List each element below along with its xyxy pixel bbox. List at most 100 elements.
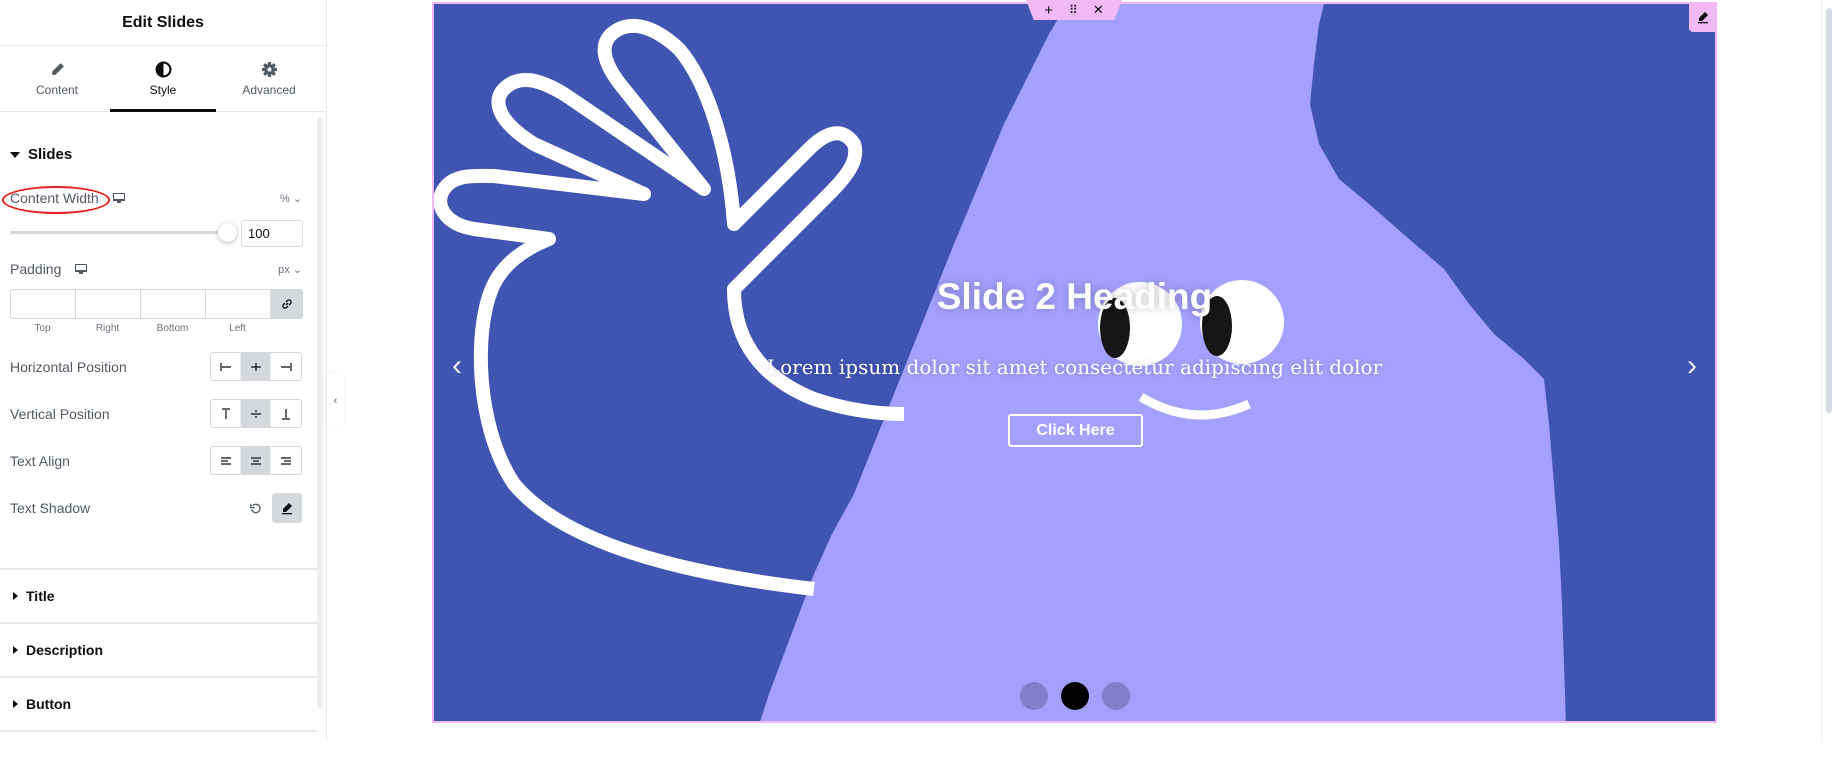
unit-select[interactable]: px ⌄ [278, 263, 302, 276]
editor-panel: Edit Slides Content Style Advanced Slide… [0, 0, 327, 741]
content-width-slider[interactable] [10, 231, 228, 234]
vertical-position-choices [210, 399, 302, 428]
align-middle-icon [250, 409, 261, 418]
valign-bottom-button[interactable] [271, 400, 301, 427]
tab-label: Style [149, 82, 177, 97]
content-width-label: Content Width [10, 190, 99, 206]
section-handle: + ⠿ ✕ [1026, 0, 1122, 20]
label-top: Top [34, 323, 51, 334]
pagination-dot-2[interactable] [1060, 682, 1089, 710]
collapse-panel-button[interactable]: ‹ [327, 373, 344, 429]
slider-handle[interactable] [218, 223, 237, 242]
edit-text-shadow-button[interactable] [272, 493, 302, 523]
label-right: Right [95, 323, 120, 334]
vertical-position-label: Vertical Position [10, 405, 110, 422]
padding-inputs [10, 289, 303, 319]
pagination-dots [434, 682, 1715, 710]
align-start-icon [219, 362, 231, 371]
horizontal-position-row: Horizontal Position [10, 352, 302, 381]
text-right-icon [281, 456, 291, 465]
slides-widget[interactable]: Slide 2 Heading Lorem ipsum dolor sit am… [432, 2, 1717, 723]
text-left-icon [220, 456, 231, 465]
chevron-left-icon: ‹ [333, 395, 338, 407]
label-bottom: Bottom [156, 323, 189, 334]
text-shadow-label: Text Shadow [10, 500, 91, 516]
caret-right-icon [13, 700, 18, 708]
close-icon[interactable]: ✕ [1093, 2, 1104, 18]
section-title-toggle[interactable]: Title [0, 568, 318, 622]
tab-style[interactable]: Style [110, 46, 216, 112]
text-align-row: Text Align [10, 446, 302, 475]
pagination-dot-1[interactable] [1019, 682, 1048, 710]
tab-advanced[interactable]: Advanced [216, 46, 322, 111]
edit-widget-button[interactable] [1689, 2, 1717, 32]
text-align-center-button[interactable] [241, 447, 271, 474]
horizontal-position-label: Horizontal Position [10, 358, 127, 375]
align-top-icon [221, 407, 230, 419]
text-align-label: Text Align [10, 452, 70, 469]
reset-icon[interactable] [249, 502, 262, 515]
gear-icon [261, 61, 277, 77]
link-values-button[interactable] [271, 290, 302, 318]
valign-top-button[interactable] [211, 400, 241, 427]
pencil-icon [51, 62, 64, 75]
caret-right-icon [13, 646, 18, 654]
panel-header: Edit Slides [0, 0, 326, 46]
content-width-row: Content Width % ⌄ [10, 190, 302, 206]
tab-label: Content [35, 82, 79, 97]
padding-label: Padding [10, 261, 62, 277]
padding-top-input[interactable] [11, 290, 76, 318]
content-width-input[interactable] [241, 220, 303, 247]
unit-select[interactable]: % ⌄ [280, 192, 302, 205]
tab-content[interactable]: Content [4, 46, 110, 111]
pagination-dot-3[interactable] [1101, 682, 1130, 710]
vertical-position-row: Vertical Position [10, 399, 302, 428]
horizontal-position-choices [210, 352, 302, 381]
section-slides-toggle[interactable]: Slides [0, 146, 82, 163]
slide-heading: Slide 2 Heading [936, 276, 1213, 317]
section-button-toggle[interactable]: Button [0, 676, 318, 730]
align-end-icon [281, 362, 292, 371]
valign-middle-button[interactable] [241, 400, 271, 427]
section-title: Button [26, 696, 72, 712]
page-scroll-track [1821, 0, 1822, 741]
padding-labels: Top Right Bottom Left [10, 323, 270, 334]
slide-cta-button[interactable]: Click Here [1008, 414, 1143, 447]
section-title: Description [26, 642, 104, 658]
pencil-icon [1698, 12, 1708, 24]
padding-bottom-input[interactable] [141, 290, 206, 318]
text-align-left-button[interactable] [211, 447, 241, 474]
section-title: Slides [28, 146, 73, 163]
text-center-icon [250, 456, 261, 465]
align-right-button[interactable] [271, 353, 301, 380]
desktop-icon[interactable] [75, 264, 88, 274]
slide-content: Slide 2 Heading Lorem ipsum dolor sit am… [434, 4, 1715, 721]
section-title: Title [26, 588, 55, 604]
text-align-right-button[interactable] [271, 447, 301, 474]
pencil-icon [282, 503, 292, 515]
caret-down-icon [10, 151, 20, 158]
plus-icon[interactable]: + [1044, 2, 1053, 19]
desktop-icon[interactable] [112, 193, 125, 203]
align-bottom-icon [282, 408, 290, 420]
align-center-button[interactable] [241, 353, 271, 380]
prev-arrow-icon[interactable]: ‹ [452, 349, 462, 383]
align-center-icon [250, 362, 261, 371]
panel-title: Edit Slides [122, 13, 204, 31]
next-arrow-icon[interactable]: › [1687, 349, 1697, 383]
padding-right-input[interactable] [76, 290, 141, 318]
padding-row: Padding px ⌄ [10, 261, 302, 277]
section-description-toggle[interactable]: Description [0, 622, 318, 676]
tab-label: Advanced [242, 82, 296, 97]
page-scrollbar[interactable] [1826, 8, 1832, 413]
drag-icon[interactable]: ⠿ [1069, 3, 1078, 17]
caret-right-icon [13, 592, 18, 600]
slide-description: Lorem ipsum dolor sit amet consectetur a… [766, 355, 1383, 379]
padding-left-input[interactable] [206, 290, 271, 318]
half-circle-icon [155, 61, 171, 77]
align-left-button[interactable] [211, 353, 241, 380]
label-left: Left [229, 323, 246, 334]
panel-tabs: Content Style Advanced [0, 46, 326, 112]
link-icon [281, 299, 292, 309]
text-align-choices [210, 446, 302, 475]
